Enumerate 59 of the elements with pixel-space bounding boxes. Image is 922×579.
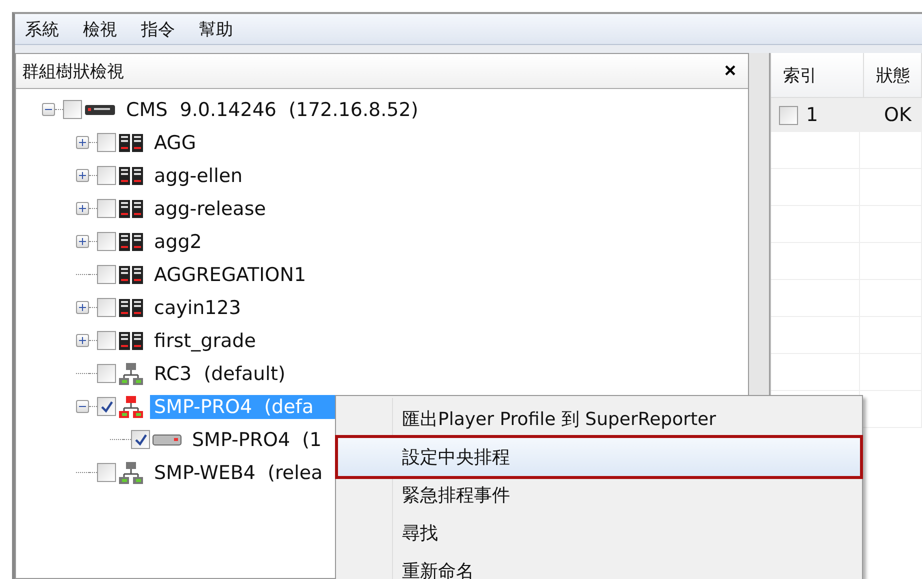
network-icon bbox=[118, 362, 144, 386]
expander-icon[interactable] bbox=[76, 334, 89, 347]
context-menu-item[interactable]: 設定中央排程 bbox=[338, 438, 860, 476]
checkbox[interactable] bbox=[97, 199, 116, 218]
expander-icon[interactable] bbox=[76, 400, 89, 413]
checkbox[interactable] bbox=[97, 331, 116, 350]
network-icon bbox=[118, 394, 144, 418]
tree-item[interactable]: agg-release bbox=[150, 196, 270, 220]
expander-icon[interactable] bbox=[76, 202, 89, 215]
rack-icon bbox=[118, 166, 144, 186]
expander-icon[interactable] bbox=[76, 169, 89, 182]
table-cell: OK bbox=[860, 98, 922, 132]
checkbox[interactable] bbox=[97, 166, 116, 185]
panel-title: 群組樹狀檢視 bbox=[22, 60, 124, 82]
checkbox[interactable] bbox=[97, 298, 116, 317]
rack-icon bbox=[118, 198, 144, 218]
network-icon bbox=[118, 460, 144, 484]
expander-icon[interactable] bbox=[76, 235, 89, 248]
close-button[interactable]: × bbox=[720, 60, 740, 82]
context-menu-item[interactable]: 尋找 bbox=[338, 514, 860, 552]
checkbox[interactable] bbox=[97, 397, 116, 416]
context-menu-item[interactable]: 重新命名 bbox=[338, 552, 860, 579]
checkbox[interactable] bbox=[779, 106, 798, 124]
tree-item[interactable]: CMS 9.0.14246 (172.16.8.52) bbox=[122, 98, 422, 122]
server-icon bbox=[84, 102, 116, 116]
table-cell: 1 bbox=[806, 104, 818, 126]
checkbox[interactable] bbox=[97, 463, 116, 482]
tree-item[interactable]: first_grade bbox=[150, 328, 260, 352]
checkbox[interactable] bbox=[131, 430, 150, 449]
table-row[interactable]: 1 OK bbox=[771, 98, 922, 132]
menu-item[interactable]: 系統 bbox=[25, 18, 59, 40]
tree-item[interactable]: RC3 (default) bbox=[150, 362, 290, 386]
checkbox[interactable] bbox=[97, 133, 116, 152]
tree-item[interactable]: SMP-PRO4 (1 bbox=[188, 428, 326, 452]
tree-item[interactable]: agg-ellen bbox=[150, 164, 247, 188]
rack-icon bbox=[118, 132, 144, 152]
column-header[interactable]: 索引 bbox=[771, 53, 864, 97]
tree-item[interactable]: cayin123 bbox=[150, 296, 245, 320]
expander-icon[interactable] bbox=[42, 103, 55, 116]
rack-icon bbox=[118, 232, 144, 252]
expander-icon[interactable] bbox=[76, 301, 89, 314]
tree-item[interactable]: SMP-WEB4 (relea bbox=[150, 460, 327, 484]
rack-icon bbox=[118, 298, 144, 318]
checkbox[interactable] bbox=[97, 265, 116, 284]
device-icon bbox=[152, 432, 182, 446]
tree-item[interactable]: AGGREGATION1 bbox=[150, 262, 310, 286]
menu-item[interactable]: 檢視 bbox=[83, 18, 117, 40]
rack-icon bbox=[118, 264, 144, 284]
checkbox[interactable] bbox=[97, 364, 116, 383]
expander-icon[interactable] bbox=[76, 136, 89, 149]
menu-item[interactable]: 幫助 bbox=[199, 18, 233, 40]
checkbox[interactable] bbox=[97, 232, 116, 251]
column-header[interactable]: 狀態 bbox=[864, 53, 922, 97]
menu-item[interactable]: 指令 bbox=[141, 18, 175, 40]
tree-item[interactable]: agg2 bbox=[150, 230, 206, 254]
tree-item[interactable]: AGG bbox=[150, 130, 200, 154]
rack-icon bbox=[118, 330, 144, 350]
checkbox[interactable] bbox=[63, 100, 82, 119]
context-menu-item[interactable]: 緊急排程事件 bbox=[338, 476, 860, 514]
